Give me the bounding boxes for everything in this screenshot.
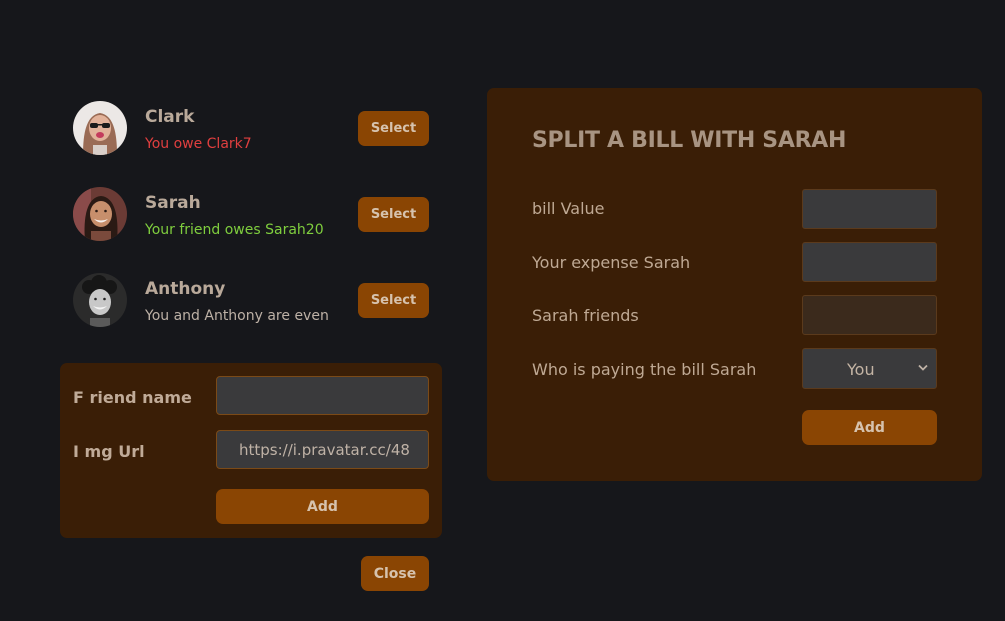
avatar-sarah [73, 187, 127, 241]
friends-list: Clark You owe Clark7 Select Sarah Your f… [60, 94, 442, 352]
friend-name-label: F riend name [73, 388, 192, 407]
img-url-input[interactable] [216, 430, 429, 469]
friend-balance-status: You owe Clark7 [145, 136, 252, 152]
select-clark-button[interactable]: Select [358, 111, 429, 146]
img-url-label: I mg Url [73, 442, 145, 461]
split-bill-title: SPLIT A BILL WITH SARAH [532, 128, 847, 153]
bill-value-label: bill Value [532, 199, 605, 218]
add-friend-form: F riend name I mg Url Add [60, 363, 442, 538]
woman-smiling-avatar-icon [73, 187, 127, 241]
friend-name: Clark [145, 107, 195, 127]
friend-item-anthony: Anthony You and Anthony are even Select [60, 266, 442, 352]
your-expense-label: Your expense Sarah [532, 253, 691, 272]
your-expense-input[interactable] [802, 242, 937, 282]
split-bill-form: SPLIT A BILL WITH SARAH bill Value Your … [487, 88, 982, 481]
split-bill-add-button[interactable]: Add [802, 410, 937, 445]
avatar-anthony [73, 273, 127, 327]
add-friend-button[interactable]: Add [216, 489, 429, 524]
payer-select[interactable]: You [802, 348, 937, 389]
woman-sunglasses-avatar-icon [73, 101, 127, 155]
friend-item-clark: Clark You owe Clark7 Select [60, 94, 442, 180]
payer-label: Who is paying the bill Sarah [532, 360, 757, 379]
bill-value-input[interactable] [802, 189, 937, 229]
chevron-down-icon [918, 364, 928, 371]
friend-expense-input [802, 295, 937, 335]
friend-expense-label: Sarah friends [532, 306, 639, 325]
man-curly-hair-avatar-icon [73, 273, 127, 327]
avatar-clark [73, 101, 127, 155]
friend-balance-status: Your friend owes Sarah20 [145, 222, 324, 238]
payer-select-value: You [847, 360, 875, 379]
friend-name: Sarah [145, 193, 201, 213]
friend-item-sarah: Sarah Your friend owes Sarah20 Select [60, 180, 442, 266]
friend-balance-status: You and Anthony are even [145, 308, 329, 324]
select-anthony-button[interactable]: Select [358, 283, 429, 318]
friend-name: Anthony [145, 279, 226, 299]
friend-name-input[interactable] [216, 376, 429, 415]
select-sarah-button[interactable]: Select [358, 197, 429, 232]
close-button[interactable]: Close [361, 556, 429, 591]
